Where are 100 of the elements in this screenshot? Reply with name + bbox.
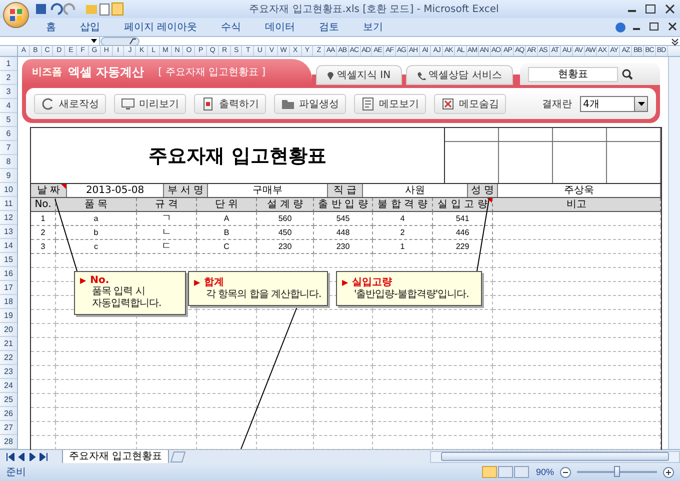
row-header[interactable]: 8 <box>0 155 17 169</box>
empty-cell <box>314 366 373 380</box>
row-header[interactable]: 13 <box>0 225 17 239</box>
zoom-in-icon[interactable] <box>663 466 674 478</box>
empty-cell <box>197 254 257 268</box>
field-label: 성 명 <box>468 184 498 197</box>
row-header[interactable]: 4 <box>0 99 17 113</box>
table-cell: 2 <box>373 226 433 240</box>
brand-label: 비즈폼 <box>32 66 62 79</box>
expand-icon[interactable] <box>670 36 680 46</box>
zoom-out-icon[interactable] <box>560 466 571 478</box>
row-header[interactable]: 6 <box>0 127 17 141</box>
empty-cell <box>373 408 433 422</box>
toolbar-button[interactable]: 출력하기 <box>194 94 266 114</box>
empty-cell <box>257 366 314 380</box>
empty-cell <box>31 324 56 338</box>
ribbon-tab[interactable]: 보기 <box>353 18 394 36</box>
toolbar-button[interactable]: 파일생성 <box>274 94 346 114</box>
empty-cell <box>373 310 433 324</box>
row-header[interactable]: 7 <box>0 141 17 155</box>
row-header[interactable]: 1 <box>0 57 17 71</box>
search-icon[interactable] <box>622 68 633 80</box>
row-header[interactable]: 26 <box>0 407 17 421</box>
row-header[interactable]: 25 <box>0 393 17 407</box>
row-header[interactable]: 21 <box>0 337 17 351</box>
row-header[interactable]: 10 <box>0 183 17 197</box>
help-icon[interactable] <box>615 22 626 32</box>
ribbon-tab[interactable]: 수식 <box>211 18 252 36</box>
empty-cell <box>433 352 493 366</box>
comment-indicator-icon <box>61 184 66 189</box>
table-cell: ㄴ <box>137 226 197 240</box>
ribbon-tab[interactable]: 홈 <box>36 18 66 36</box>
toolbar-button[interactable]: 메모보기 <box>354 94 426 114</box>
note-title: No. <box>90 275 110 286</box>
row-header[interactable]: 19 <box>0 309 17 323</box>
row-header[interactable]: 20 <box>0 323 17 337</box>
table-cell: 446 <box>433 226 493 240</box>
table-cell: 230 <box>314 240 373 254</box>
row-header[interactable]: 18 <box>0 295 17 309</box>
empty-cell <box>314 338 373 352</box>
empty-cell <box>197 408 257 422</box>
row-header[interactable]: 23 <box>0 365 17 379</box>
row-header[interactable]: 3 <box>0 85 17 99</box>
field-label: 직 급 <box>328 184 363 197</box>
note-text: 품목 입력 시 자동입력합니다. <box>91 286 162 310</box>
empty-cell <box>137 366 197 380</box>
empty-cell <box>433 394 493 408</box>
row-header[interactable]: 27 <box>0 421 17 435</box>
search-field[interactable]: 현황표 <box>528 66 618 82</box>
ribbon-tab[interactable]: 검토 <box>309 18 350 36</box>
row-header[interactable]: 22 <box>0 351 17 365</box>
table-cell: ㄷ <box>137 240 197 254</box>
link-tab[interactable]: 엑셀상담 서비스 <box>406 65 513 85</box>
table-cell: a <box>56 212 137 226</box>
ribbon-tab[interactable]: 삽입 <box>70 18 110 36</box>
empty-cell <box>31 352 56 366</box>
empty-cell <box>314 408 373 422</box>
row-header[interactable]: 12 <box>0 211 17 225</box>
approval-select[interactable]: 4개 <box>580 96 648 112</box>
zoom-slider-thumb[interactable] <box>614 466 620 477</box>
row-header[interactable]: 15 <box>0 253 17 267</box>
table-cell: 545 <box>314 212 373 226</box>
quick-access-toolbar-drawing[interactable] <box>34 2 124 16</box>
horizontal-scrollbar[interactable] <box>430 450 680 462</box>
row-header[interactable]: 24 <box>0 379 17 393</box>
empty-cell <box>31 338 56 352</box>
table-cell: 1 <box>31 212 56 226</box>
table-cell: 1 <box>373 240 433 254</box>
pin-icon <box>327 70 334 80</box>
empty-cell <box>197 310 257 324</box>
link-tab[interactable]: 엑셀지식 IN <box>316 65 402 85</box>
sheet-tab[interactable]: 주요자재 입고현황표 <box>62 450 170 464</box>
row-header[interactable]: 11 <box>0 197 17 211</box>
vertical-scrollbar[interactable] <box>668 57 680 449</box>
empty-cell <box>373 380 433 394</box>
function-icon[interactable] <box>100 36 140 46</box>
ribbon-tab[interactable]: 페이지 레이아웃 <box>114 18 208 36</box>
toolbar-button[interactable]: 메모숨김 <box>434 94 506 114</box>
empty-cell <box>433 422 493 436</box>
row-header[interactable]: 5 <box>0 113 17 127</box>
toolbar-button[interactable]: 새로작성 <box>34 94 106 114</box>
empty-cell <box>433 324 493 338</box>
empty-cell <box>373 422 433 436</box>
column-heading: 비고 <box>493 198 661 212</box>
empty-cell <box>197 338 257 352</box>
empty-cell <box>373 366 433 380</box>
row-header[interactable]: 9 <box>0 169 17 183</box>
row-header[interactable]: 17 <box>0 281 17 295</box>
toolbar-button[interactable]: 미리보기 <box>114 94 186 114</box>
empty-cell <box>433 310 493 324</box>
row-header[interactable]: 2 <box>0 71 17 85</box>
empty-cell <box>373 324 433 338</box>
note-title: 실입고량 <box>352 276 392 289</box>
empty-cell <box>137 254 197 268</box>
ribbon-tab[interactable]: 데이터 <box>255 18 306 36</box>
row-header[interactable]: 14 <box>0 239 17 253</box>
empty-cell <box>31 408 56 422</box>
empty-cell <box>373 394 433 408</box>
row-header[interactable]: 16 <box>0 267 17 281</box>
document-icon <box>201 96 215 110</box>
